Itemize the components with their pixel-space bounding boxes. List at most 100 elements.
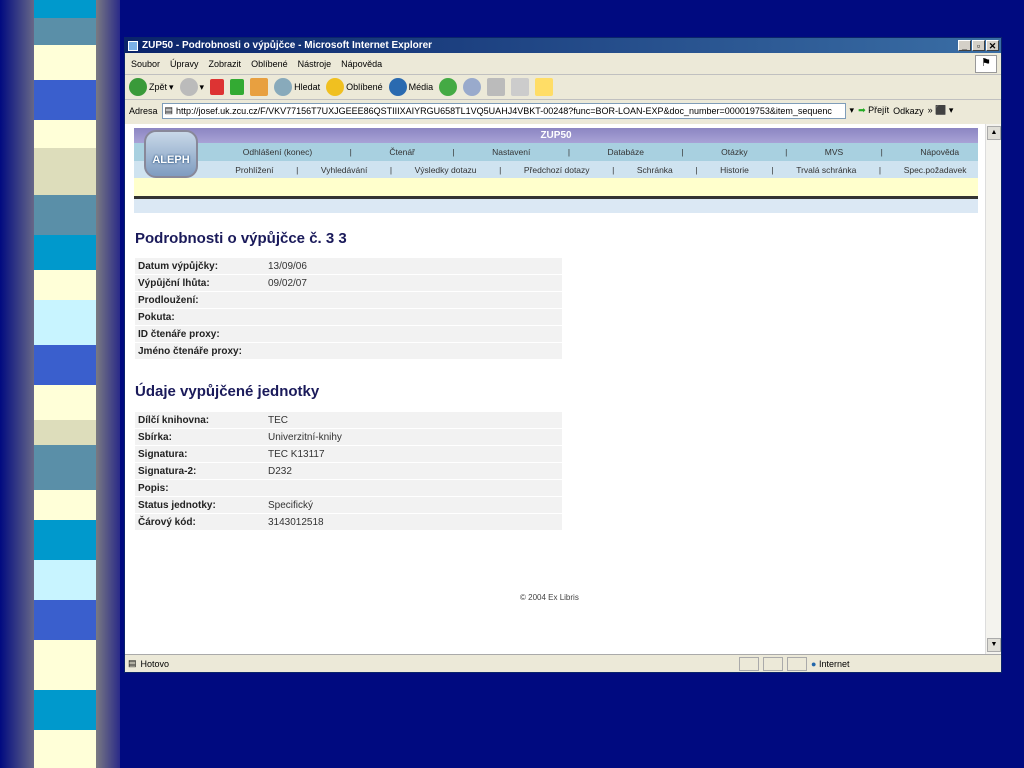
nav-permanent-basket[interactable]: Trvalá schránka: [796, 165, 856, 175]
address-input[interactable]: ▤ http://josef.uk.zcu.cz/F/VKV77156T7UXJG…: [161, 102, 846, 119]
media-button[interactable]: Média: [388, 78, 434, 96]
mail-icon[interactable]: [463, 78, 482, 96]
row-label: Čárový kód:: [135, 514, 265, 530]
forward-button[interactable]: ▾: [179, 78, 204, 96]
table-row: ID čtenáře proxy:: [135, 326, 562, 342]
nav-basket[interactable]: Schránka: [637, 165, 673, 175]
aleph-logo[interactable]: ALEPH: [144, 130, 198, 178]
media-label: Média: [408, 82, 434, 92]
globe-icon: ●: [811, 658, 817, 669]
table-row: Signatura-2: D232: [135, 463, 562, 479]
favorites-button[interactable]: Oblíbené: [326, 78, 383, 96]
table-row: Prodloužení:: [135, 292, 562, 308]
menu-napoveda[interactable]: Nápověda: [341, 59, 382, 69]
print-icon[interactable]: [487, 78, 506, 96]
window-title: ZUP50 - Podrobnosti o výpůjčce - Microso…: [142, 40, 433, 51]
nav-history[interactable]: Historie: [720, 165, 749, 175]
close-button[interactable]: ✕: [986, 40, 999, 51]
minimize-button[interactable]: _: [958, 40, 971, 51]
nav-row-2: Prohlížení | Vyhledávání | Výsledky dotazu…: [134, 161, 978, 178]
menu-oblibene[interactable]: Oblíbené: [251, 59, 288, 69]
nav-browse[interactable]: Prohlížení: [235, 165, 273, 175]
menu-zobrazit[interactable]: Zobrazit: [209, 59, 242, 69]
nav-settings[interactable]: Nastavení: [492, 147, 530, 157]
row-label: Popis:: [135, 480, 265, 496]
row-label: Datum výpůjčky:: [135, 258, 265, 274]
address-label: Adresa: [129, 105, 158, 116]
scroll-down-icon[interactable]: ▼: [987, 638, 1001, 652]
table-row: Výpůjční lhůta: 09/02/07: [135, 275, 562, 291]
site-title: ZUP50: [134, 128, 978, 143]
row-value: 13/09/06: [265, 258, 562, 274]
nav-previous-queries[interactable]: Předchozí dotazy: [524, 165, 590, 175]
zone-indicator: ● Internet: [811, 659, 1001, 669]
row-value: 3143012518: [265, 514, 562, 530]
nav-mvs[interactable]: MVS: [825, 147, 843, 157]
nav-row-1: Odhlášení (konec) | Čtenář | Nastavení | Da…: [134, 143, 978, 161]
windows-logo-icon: ⚑: [975, 55, 997, 73]
maximize-button[interactable]: ▫: [972, 40, 985, 51]
search-button[interactable]: Hledat: [274, 78, 320, 96]
nav-logout[interactable]: Odhlášení (konec): [243, 147, 312, 157]
browser-window: ZUP50 - Podrobnosti o výpůjčce - Microso…: [124, 37, 1002, 673]
row-label: Signatura:: [135, 446, 265, 462]
row-value: 09/02/07: [265, 275, 562, 291]
favorites-label: Oblíbené: [346, 82, 383, 92]
row-label: Pokuta:: [135, 309, 265, 325]
row-value: D232: [265, 463, 562, 479]
row-label: Dílčí knihovna:: [135, 412, 265, 428]
address-bar: Adresa ▤ http://josef.uk.zcu.cz/F/VKV7715…: [125, 100, 1001, 121]
nav-results[interactable]: Výsledky dotazu: [415, 165, 477, 175]
row-value: [265, 480, 562, 496]
edit-icon[interactable]: [511, 78, 530, 96]
ie-icon: [128, 40, 138, 51]
item-table: Dílčí knihovna: TEC Sbírka: Univerzitní-kni…: [135, 411, 562, 531]
nav-reader[interactable]: Čtenář: [389, 147, 415, 157]
row-value: TEC: [265, 412, 562, 428]
address-dropdown[interactable]: ▾: [850, 105, 855, 116]
scrollbar[interactable]: ▲ ▼: [985, 124, 1001, 654]
copyright: © 2004 Ex Libris: [520, 593, 579, 602]
item-heading: Údaje vypůjčené jednotky: [135, 383, 320, 400]
search-icon: [274, 78, 293, 96]
table-row: Popis:: [135, 480, 562, 496]
go-button[interactable]: ➡ Přejít: [858, 105, 889, 116]
zone-label: Internet: [818, 658, 850, 669]
row-label: Status jednotky:: [135, 497, 265, 513]
table-row: Pokuta:: [135, 309, 562, 325]
menu-soubor[interactable]: Soubor: [131, 59, 160, 69]
table-row: Jméno čtenáře proxy:: [135, 343, 562, 359]
slide-stripe: [34, 0, 96, 768]
table-row: Čárový kód: 3143012518: [135, 514, 562, 530]
back-label: Zpět: [149, 82, 168, 92]
go-arrow-icon: ➡: [858, 105, 866, 115]
nav-special-request[interactable]: Spec.požadavek: [904, 165, 967, 175]
table-row: Status jednotky: Specifický: [135, 497, 562, 513]
back-button[interactable]: Zpět ▾: [129, 78, 174, 96]
title-bar: ZUP50 - Podrobnosti o výpůjčce - Microso…: [125, 38, 1001, 53]
nav-questions[interactable]: Otázky: [721, 147, 747, 157]
stop-icon[interactable]: [210, 79, 225, 95]
back-arrow-icon: [129, 78, 147, 96]
refresh-icon[interactable]: [230, 79, 245, 95]
row-value: Univerzitní-knihy: [265, 429, 562, 445]
notes-icon[interactable]: [535, 78, 554, 96]
row-value: [265, 292, 562, 308]
history-icon[interactable]: [439, 78, 458, 96]
menu-upravy[interactable]: Úpravy: [170, 59, 199, 69]
page-status-icon: ▤: [128, 658, 137, 668]
forward-arrow-icon: [179, 78, 198, 96]
menu-nastroje[interactable]: Nástroje: [298, 59, 332, 69]
row-value: Specifický: [265, 497, 562, 513]
star-icon: [326, 78, 345, 96]
nav-databases[interactable]: Databáze: [608, 147, 644, 157]
row-label: Prodloužení:: [135, 292, 265, 308]
home-icon[interactable]: [250, 78, 269, 96]
table-row: Signatura: TEC K13117: [135, 446, 562, 462]
links-button[interactable]: Odkazy: [893, 106, 924, 116]
nav-search[interactable]: Vyhledávání: [321, 165, 367, 175]
scroll-up-icon[interactable]: ▲: [987, 126, 1001, 140]
nav-help[interactable]: Nápověda: [920, 147, 959, 157]
more-icon[interactable]: » ⬛ ▾: [928, 105, 954, 116]
row-label: Jméno čtenáře proxy:: [135, 343, 265, 359]
